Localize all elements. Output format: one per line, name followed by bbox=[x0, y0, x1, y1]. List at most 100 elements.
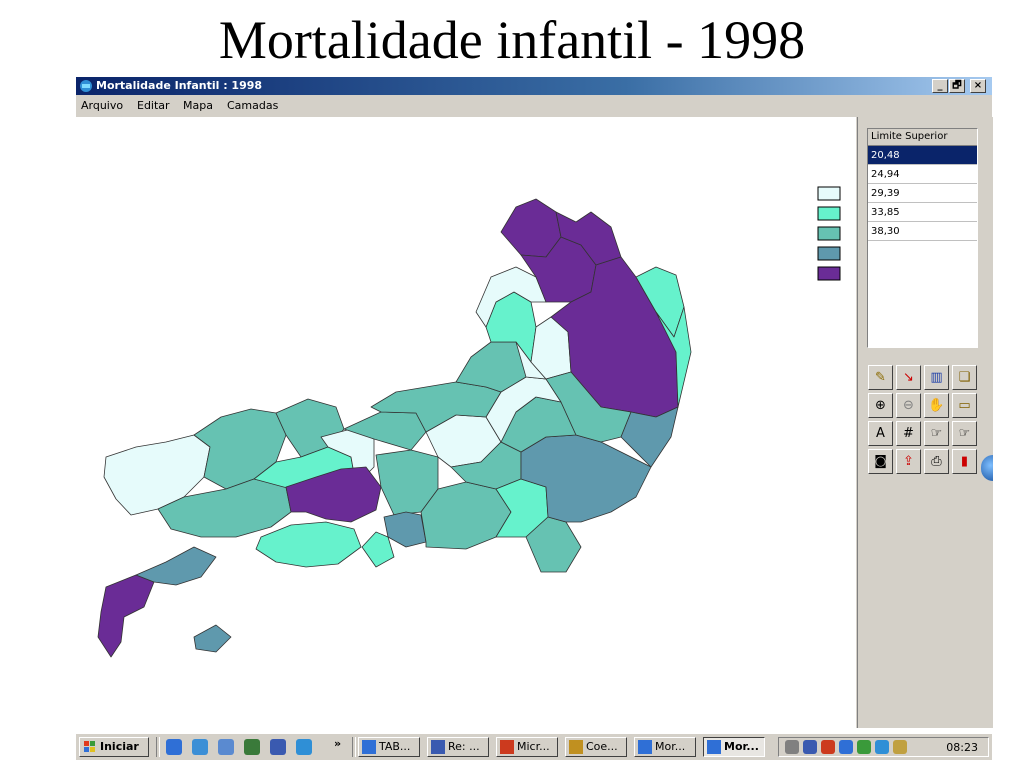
tool-button[interactable]: ▥ bbox=[924, 365, 949, 390]
antivirus-icon[interactable] bbox=[857, 740, 871, 754]
taskbar-button[interactable]: Mor... bbox=[703, 737, 765, 757]
tool-button[interactable]: ⊖ bbox=[896, 393, 921, 418]
pencil-icon: ✎ bbox=[875, 370, 886, 385]
map-region bbox=[193, 624, 232, 653]
window-title: Mortalidade Infantil : 1998 bbox=[96, 79, 263, 92]
tool-button[interactable]: ↘ bbox=[896, 365, 921, 390]
taskbar: Iniciar » TAB... Re: ... Micr... Coe... Mor.… bbox=[76, 733, 992, 760]
magnifier-icon bbox=[362, 740, 376, 754]
legend-swatch-5 bbox=[817, 266, 841, 281]
legend-swatch-3 bbox=[817, 226, 841, 241]
menu-mapa[interactable]: Mapa bbox=[183, 99, 213, 113]
taskbar-separator bbox=[156, 737, 160, 757]
choropleth-map[interactable] bbox=[76, 117, 856, 728]
powerpoint-icon bbox=[500, 740, 514, 754]
map-app-icon bbox=[638, 740, 652, 754]
zoom-out-icon: ⊖ bbox=[903, 398, 914, 413]
start-button[interactable]: Iniciar bbox=[79, 737, 149, 757]
tool-button[interactable]: ▭ bbox=[952, 393, 977, 418]
curve-icon: ↘ bbox=[903, 370, 914, 385]
taskbar-button-label: Mor... bbox=[724, 740, 759, 753]
map-region bbox=[135, 546, 217, 586]
taskbar-button[interactable]: Micr... bbox=[496, 737, 558, 757]
network-icon[interactable] bbox=[803, 740, 817, 754]
quick-launch-overflow[interactable]: » bbox=[334, 737, 341, 750]
taskbar-button-label: Coe... bbox=[586, 740, 618, 753]
app-icon[interactable] bbox=[270, 739, 286, 755]
pointer-select-icon: ☞ bbox=[958, 426, 971, 441]
taskbar-button-label: Micr... bbox=[517, 740, 550, 753]
app-icon bbox=[80, 80, 92, 92]
right-panel: Limite Superior 20,48 24,94 29,39 33,85 … bbox=[857, 117, 993, 728]
ie-icon[interactable] bbox=[166, 739, 182, 755]
tool-button[interactable]: ☞ bbox=[924, 421, 949, 446]
close-button[interactable]: × bbox=[970, 79, 986, 93]
legend-swatch-2 bbox=[817, 206, 841, 221]
class-list[interactable]: Limite Superior 20,48 24,94 29,39 33,85 … bbox=[867, 128, 978, 348]
menu-bar: Arquivo Editar Mapa Camadas bbox=[76, 96, 992, 116]
menu-editar[interactable]: Editar bbox=[137, 99, 170, 113]
class-row-4[interactable]: 33,85 bbox=[868, 203, 977, 222]
tool-button[interactable]: ⇪ bbox=[896, 449, 921, 474]
tool-button[interactable]: ☞ bbox=[952, 421, 977, 446]
outlook-icon[interactable] bbox=[192, 739, 208, 755]
windows-logo-icon bbox=[84, 741, 95, 752]
class-row-3[interactable]: 29,39 bbox=[868, 184, 977, 203]
browser-icon[interactable] bbox=[296, 739, 312, 755]
slide-title: Mortalidade infantil - 1998 bbox=[218, 10, 806, 70]
tool-button[interactable]: ⎙ bbox=[924, 449, 949, 474]
print-icon: ⎙ bbox=[931, 454, 942, 469]
tool-button[interactable]: ✎ bbox=[868, 365, 893, 390]
speaker-icon[interactable] bbox=[785, 740, 799, 754]
map-region bbox=[97, 574, 155, 658]
tool-button[interactable]: ◙ bbox=[868, 449, 893, 474]
map-legend bbox=[817, 186, 841, 281]
tool-button[interactable]: ▮ bbox=[952, 449, 977, 474]
monitor-icon[interactable] bbox=[839, 740, 853, 754]
search-icon[interactable] bbox=[218, 739, 234, 755]
shield-icon[interactable] bbox=[821, 740, 835, 754]
legend-swatch-4 bbox=[817, 246, 841, 261]
export-icon: ⇪ bbox=[903, 454, 914, 469]
taskbar-button-label: Mor... bbox=[655, 740, 686, 753]
window-titlebar[interactable]: Mortalidade Infantil : 1998 _ 🗗 × bbox=[76, 77, 992, 95]
book-icon: ▮ bbox=[960, 454, 969, 469]
globe-icon[interactable] bbox=[875, 740, 889, 754]
taskbar-button[interactable]: Re: ... bbox=[427, 737, 489, 757]
hand-icon: ✋ bbox=[928, 398, 945, 413]
text-icon: A bbox=[876, 426, 885, 441]
menu-arquivo[interactable]: Arquivo bbox=[81, 99, 123, 113]
folder-open-icon: ▭ bbox=[958, 398, 971, 413]
chart-icon: ▥ bbox=[930, 370, 943, 385]
grid-icon: # bbox=[903, 426, 914, 441]
tool-button[interactable]: ⊕ bbox=[868, 393, 893, 418]
layers-icon: ❏ bbox=[958, 370, 971, 385]
map-region bbox=[500, 198, 562, 258]
class-list-header: Limite Superior bbox=[868, 129, 977, 146]
system-tray: 08:23 bbox=[778, 737, 989, 757]
taskbar-button[interactable]: TAB... bbox=[358, 737, 420, 757]
class-row-2[interactable]: 24,94 bbox=[868, 165, 977, 184]
minimize-button[interactable]: _ bbox=[932, 79, 948, 93]
zoom-in-icon: ⊕ bbox=[875, 398, 886, 413]
tool-button[interactable]: ❏ bbox=[952, 365, 977, 390]
class-row-5[interactable]: 38,30 bbox=[868, 222, 977, 241]
tool-button[interactable]: # bbox=[896, 421, 921, 446]
map-canvas[interactable] bbox=[76, 117, 856, 728]
start-label: Iniciar bbox=[100, 740, 139, 753]
class-row-1[interactable]: 20,48 bbox=[868, 146, 977, 165]
taskbar-button[interactable]: Mor... bbox=[634, 737, 696, 757]
taskbar-separator bbox=[352, 737, 356, 757]
tool-button[interactable]: A bbox=[868, 421, 893, 446]
map-region bbox=[255, 521, 362, 568]
tool-button[interactable]: ✋ bbox=[924, 393, 949, 418]
menu-camadas[interactable]: Camadas bbox=[227, 99, 278, 113]
camera-icon: ◙ bbox=[874, 454, 887, 469]
arrow-icon bbox=[431, 740, 445, 754]
restore-button[interactable]: 🗗 bbox=[949, 79, 965, 93]
notepad-icon[interactable] bbox=[244, 739, 260, 755]
map-app-icon bbox=[707, 740, 721, 754]
connection-icon[interactable] bbox=[893, 740, 907, 754]
taskbar-button[interactable]: Coe... bbox=[565, 737, 627, 757]
pointer-icon: ☞ bbox=[930, 426, 943, 441]
